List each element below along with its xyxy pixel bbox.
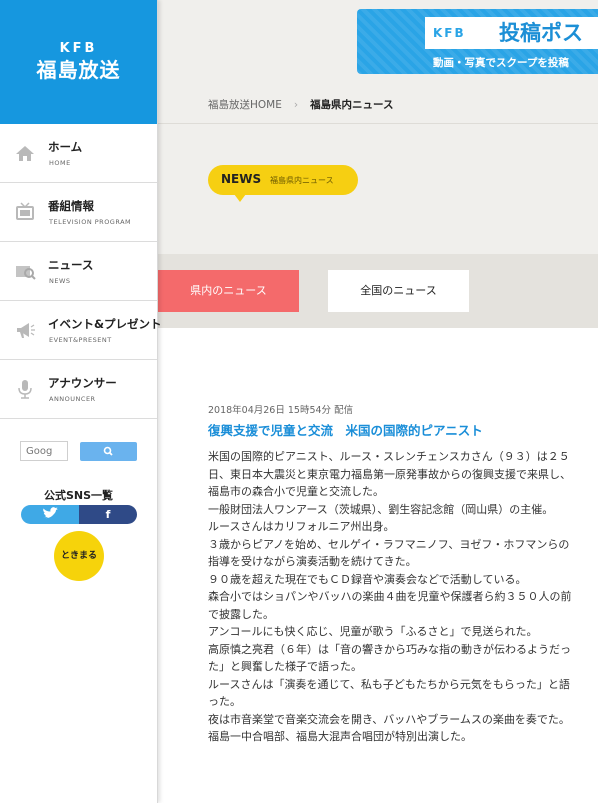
article-paragraph: 森合小ではショパンやバッハの楽曲４曲を児童や保護者ら約３５０人の前で披露した。 [208, 590, 572, 621]
breadcrumb-separator: › [293, 99, 299, 111]
site-logo[interactable]: KFB 福島放送 [0, 0, 157, 124]
nav-label: ホーム [48, 140, 83, 154]
site-search [20, 441, 138, 463]
megaphone-icon [17, 323, 35, 338]
article-paragraph: ルースさんはカリフォルニア州出身。 [208, 520, 395, 533]
tab-prefecture-news[interactable]: 県内のニュース [158, 270, 299, 312]
divider [157, 123, 598, 124]
sidebar: KFB 福島放送 ホーム HOME 番組情報 TELEVISION PROGRA… [0, 0, 162, 803]
nav-sublabel: ANNOUNCER [49, 395, 96, 403]
post-promo-banner[interactable]: KFB 投稿ポス 動画・写真でスクープを投稿 [357, 9, 598, 74]
article-paragraph: ３歳からピアノを始め、セルゲイ・ラフマニノフ、ヨゼフ・ホフマンらの指導を受けなが… [208, 537, 570, 569]
nav-item-event[interactable]: イベント&プレゼント EVENT&PRESENT [0, 301, 162, 360]
article-body: 米国の国際的ピアニスト、ルース・スレンチェンスカさん（９３）は２５日、東日本大震… [208, 448, 576, 746]
tab-national-news[interactable]: 全国のニュース [328, 270, 469, 312]
article-paragraph: アンコールにも快く応じ、児童が歌う「ふるさと」で見送られた。 [208, 625, 538, 638]
nav-label: イベント&プレゼント [48, 317, 162, 331]
banner-title: 投稿ポス [499, 21, 583, 45]
nav-sublabel: NEWS [49, 277, 71, 285]
news-icon [16, 266, 36, 280]
twitter-icon [43, 507, 58, 519]
nav-label: アナウンサー [48, 376, 117, 390]
search-input[interactable] [20, 441, 68, 461]
nav-item-program[interactable]: 番組情報 TELEVISION PROGRAM [0, 183, 157, 242]
main-nav: ホーム HOME 番組情報 TELEVISION PROGRAM ニュース NE… [0, 124, 162, 419]
section-badge-en: NEWS [221, 172, 262, 186]
banner-subtitle: 動画・写真でスクープを投稿 [433, 57, 569, 69]
sns-title: 公式SNS一覧 [43, 489, 114, 502]
article-paragraph: 米国の国際的ピアニスト、ルース・スレンチェンスカさん（９３）は２５日、東日本大震… [208, 450, 571, 498]
home-icon [16, 146, 34, 161]
nav-item-news[interactable]: ニュース NEWS [0, 242, 157, 301]
search-button[interactable] [80, 442, 137, 461]
logo-kfb-text: KFB [59, 41, 98, 56]
article-paragraph: 高原慎之亮君（６年）は「音の響きから巧みな指の動きが伝わるようだった」と興奮した… [208, 642, 571, 674]
article-paragraph: 福島一中合唱部、福島大混声合唱団が特別出演した。 [208, 730, 472, 743]
nav-sublabel: TELEVISION PROGRAM [49, 218, 132, 226]
sns-links: f [21, 505, 137, 524]
article-paragraph: 夜は市音楽堂で音楽交流会を開き、バッハやブラームスの楽曲を奏でた。 [208, 712, 570, 726]
breadcrumb-home-link[interactable]: 福島放送HOME [208, 99, 282, 111]
article-paragraph: ９０歳を超えた現在でもＣＤ録音や演奏会などで活動している。 [208, 572, 527, 586]
article-date: 2018年04月26日 15時54分 配信 [208, 405, 354, 416]
nav-item-announcer[interactable]: アナウンサー ANNOUNCER [0, 360, 157, 419]
nav-sublabel: EVENT&PRESENT [49, 336, 112, 344]
article-paragraph: 一般財団法人ワンアース（茨城県）、劉生容記念館（岡山県）の主催。 [208, 502, 554, 516]
search-icon [103, 446, 113, 456]
logo-station-name: 福島放送 [36, 58, 121, 82]
article-paragraph: ルースさんは「演奏を通じて、私も子どもたちから元気をもらった」と語った。 [208, 677, 570, 709]
twitter-button[interactable] [21, 505, 79, 524]
article-title[interactable]: 復興支援で児童と交流 米国の国際的ピアニスト [208, 420, 483, 439]
breadcrumb: 福島放送HOME › 福島県内ニュース [208, 97, 394, 112]
nav-item-home[interactable]: ホーム HOME [0, 124, 157, 183]
nav-label: 番組情報 [48, 199, 94, 213]
section-badge-jp: 福島県内ニュース [270, 176, 334, 185]
nav-label: ニュース [48, 258, 94, 272]
tv-icon [16, 202, 34, 220]
tokimeru-logo[interactable]: ときまる [54, 531, 104, 581]
microphone-icon [18, 380, 32, 399]
banner-kfb-text: KFB [433, 26, 466, 40]
section-badge: NEWS 福島県内ニュース [208, 165, 358, 202]
breadcrumb-current: 福島県内ニュース [310, 99, 394, 111]
nav-sublabel: HOME [49, 159, 71, 167]
facebook-button[interactable]: f [79, 505, 137, 524]
